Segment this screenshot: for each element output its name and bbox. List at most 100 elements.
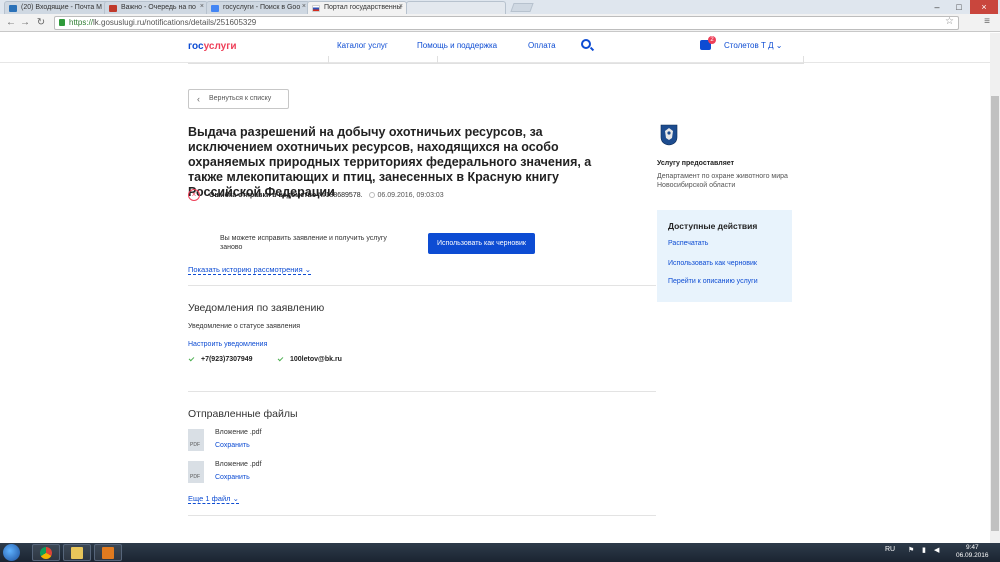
more-files-link[interactable]: Еще 1 файл ⌄ xyxy=(188,494,239,504)
window-controls: – □ × xyxy=(926,0,998,14)
minimize-icon[interactable]: – xyxy=(926,0,948,14)
notifications-section-title: Уведомления по заявлению xyxy=(188,302,325,314)
tab-title: Портал государственны xyxy=(324,4,402,11)
file-name: Вложение .pdf xyxy=(215,429,262,436)
chevron-left-icon: ‹ xyxy=(197,94,200,104)
status-label: Ошибка отправки в ведомство xyxy=(209,192,317,199)
notification-subtitle: Уведомление о статусе заявления xyxy=(188,323,301,330)
page-title: Выдача разрешений на добычу охотничьих р… xyxy=(188,125,592,199)
file-type-label: PDF xyxy=(190,442,200,448)
chevron-down-icon: ⌄ xyxy=(232,494,239,503)
back-arrow-icon[interactable]: ← xyxy=(4,16,18,30)
application-status: Ошибка отправки в ведомство №138689578. … xyxy=(209,192,444,199)
windows-start-icon[interactable] xyxy=(3,544,20,561)
save-file-link[interactable]: Сохранить xyxy=(215,474,250,481)
chevron-down-icon: ⌄ xyxy=(304,265,312,274)
logo-part-uslugi: услуги xyxy=(203,41,237,52)
notification-email: 100letov@bk.ru xyxy=(290,356,342,363)
notification-settings-link[interactable]: Настроить уведомления xyxy=(188,341,267,348)
back-button-label: Вернуться к списку xyxy=(209,95,272,102)
maximize-icon[interactable]: □ xyxy=(948,0,970,14)
new-tab-button[interactable] xyxy=(510,3,534,12)
subnav-divider xyxy=(328,56,329,64)
volume-icon[interactable]: ◀ xyxy=(934,546,939,554)
reload-icon[interactable]: ↻ xyxy=(34,16,48,30)
chrome-icon xyxy=(40,547,52,559)
outlook-icon xyxy=(102,547,114,559)
notification-count-badge: 2 xyxy=(708,36,716,44)
notification-phone: +7(923)7307949 xyxy=(201,356,253,363)
nav-payment[interactable]: Оплата xyxy=(528,41,556,50)
fix-hint-text: Вы можете исправить заявление и получить… xyxy=(220,235,387,251)
file-name: Вложение .pdf xyxy=(215,461,262,468)
system-clock[interactable]: 9:47 06.09.2016 xyxy=(956,544,989,560)
print-link[interactable]: Распечатать xyxy=(668,240,708,247)
lock-icon xyxy=(59,19,65,26)
mail-favicon-icon xyxy=(9,5,17,12)
address-bar[interactable]: https://lk.gosuslugi.ru/notifications/de… xyxy=(54,16,959,30)
subnav-divider xyxy=(188,63,804,64)
save-file-link[interactable]: Сохранить xyxy=(215,442,250,449)
network-icon[interactable]: ▮ xyxy=(922,546,926,554)
application-number: №138689578. xyxy=(318,192,363,199)
subnav-divider xyxy=(437,56,438,64)
taskbar-explorer[interactable] xyxy=(63,544,91,561)
user-name: Столетов Т Д xyxy=(724,41,774,50)
window-close-icon[interactable]: × xyxy=(970,0,998,14)
browser-tab-blank[interactable] xyxy=(406,1,506,14)
file-type-label: PDF xyxy=(190,474,200,480)
tab-title: Важно - Очередь на по xyxy=(121,4,196,11)
search-icon[interactable] xyxy=(581,39,591,49)
queue-favicon-icon xyxy=(109,5,117,12)
browser-menu-icon[interactable]: ≡ xyxy=(984,16,990,27)
status-datetime: 06.09.2016, 09:03:03 xyxy=(377,192,444,199)
browser-tab-gosuslugi[interactable]: Портал государственны × xyxy=(307,1,407,14)
browser-tab-queue[interactable]: Важно - Очередь на по × xyxy=(104,1,208,14)
forward-arrow-icon[interactable]: → xyxy=(18,16,32,30)
use-as-draft-link[interactable]: Использовать как черновик xyxy=(668,260,757,267)
pdf-file-icon: PDF xyxy=(188,429,204,451)
divider xyxy=(188,285,656,286)
clock-icon xyxy=(368,192,375,198)
close-icon[interactable]: × xyxy=(302,3,306,10)
scrollbar-thumb[interactable] xyxy=(991,96,999,531)
russia-flag-favicon-icon xyxy=(312,5,320,12)
history-link-label: Показать историю рассмотрения xyxy=(188,265,303,274)
provider-name: Департамент по охране животного мира Нов… xyxy=(657,173,788,189)
service-description-link[interactable]: Перейти к описанию услуги xyxy=(668,278,758,285)
available-actions-panel: Доступные действия Распечатать Использов… xyxy=(657,210,792,302)
taskbar-outlook[interactable] xyxy=(94,544,122,561)
coat-of-arms-icon xyxy=(660,124,678,146)
gosuslugi-logo[interactable]: госуслуги xyxy=(188,41,237,52)
browser-tab-google[interactable]: госуслуги - Поиск в Goo × xyxy=(206,1,310,14)
show-history-link[interactable]: Показать историю рассмотрения ⌄ xyxy=(188,265,312,275)
windows-taskbar: RU ⚑ ▮ ◀ 9:47 06.09.2016 xyxy=(0,543,1000,562)
nav-catalog[interactable]: Каталог услуг xyxy=(337,41,388,50)
clock-time: 9:47 xyxy=(965,544,979,551)
taskbar-chrome[interactable] xyxy=(32,544,60,561)
url-scheme: https:// xyxy=(69,18,94,27)
flag-icon[interactable]: ⚑ xyxy=(908,546,914,554)
tab-title: (20) Входящие - Почта M xyxy=(21,4,103,11)
site-header: госуслуги Каталог услуг Помощь и поддерж… xyxy=(0,33,1000,63)
files-section-title: Отправленные файлы xyxy=(188,408,298,420)
more-files-label: Еще 1 файл xyxy=(188,494,231,503)
language-indicator[interactable]: RU xyxy=(885,546,895,553)
tab-title: госуслуги - Поиск в Goo xyxy=(223,4,301,11)
close-icon[interactable]: × xyxy=(399,3,403,10)
user-menu[interactable]: Столетов Т Д ⌄ xyxy=(724,41,782,50)
bookmark-star-icon[interactable]: ☆ xyxy=(945,16,954,27)
back-to-list-button[interactable]: ‹ Вернуться к списку xyxy=(188,89,289,109)
logo-part-gos: гос xyxy=(188,41,204,52)
divider xyxy=(188,515,656,516)
nav-help[interactable]: Помощь и поддержка xyxy=(417,41,497,50)
close-icon[interactable]: × xyxy=(200,3,204,10)
check-icon xyxy=(188,355,195,362)
folder-icon xyxy=(71,547,83,559)
clock-date: 06.09.2016 xyxy=(956,552,989,559)
url-path: lk.gosuslugi.ru/notifications/details/25… xyxy=(93,18,257,27)
divider xyxy=(188,391,656,392)
chevron-down-icon: ⌄ xyxy=(775,41,783,50)
use-as-draft-button[interactable]: Использовать как черновик xyxy=(428,233,535,254)
browser-toolbar: ← → ↻ https://lk.gosuslugi.ru/notificati… xyxy=(0,14,1000,32)
